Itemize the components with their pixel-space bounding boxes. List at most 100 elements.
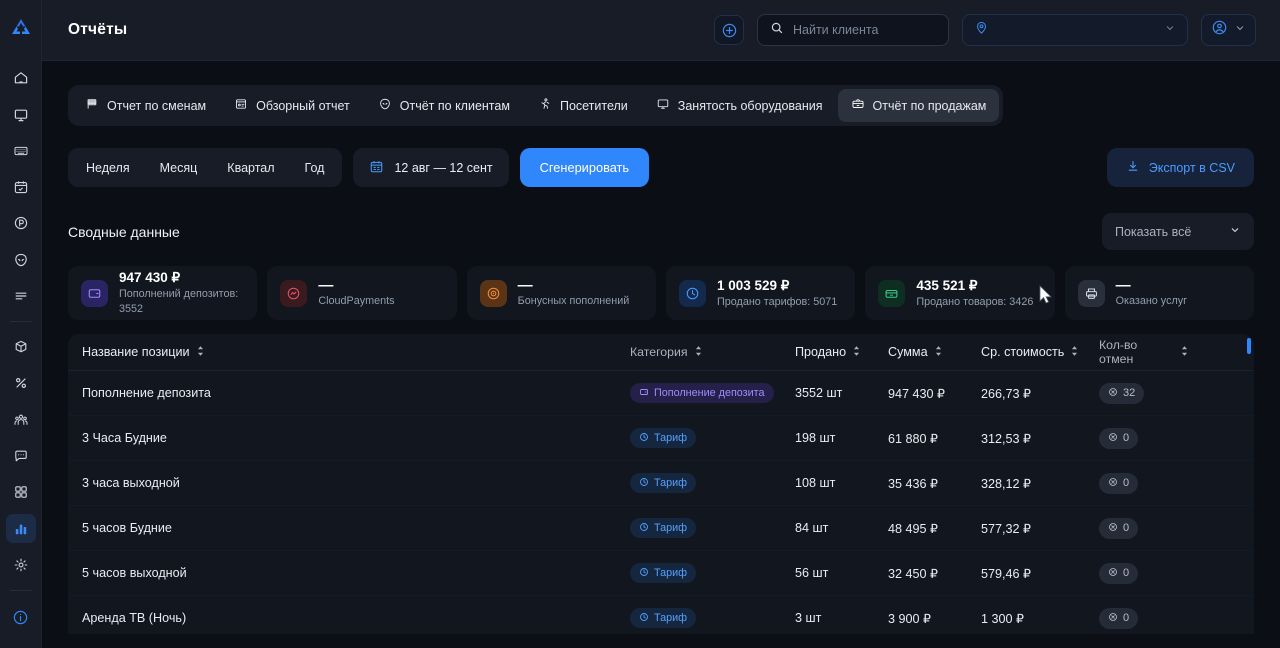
sidebar-item-home[interactable]: [6, 64, 36, 92]
search-input[interactable]: [793, 23, 933, 37]
period-group: Неделя Месяц Квартал Год: [68, 148, 343, 187]
period-month[interactable]: Месяц: [145, 151, 213, 184]
tab-overview-report[interactable]: Обзорный отчет: [221, 89, 363, 122]
cell-name: 5 часов Будние: [82, 521, 172, 535]
period-year[interactable]: Год: [290, 151, 340, 184]
cell-category: Пополнение депозита: [630, 383, 795, 403]
download-icon: [1126, 159, 1140, 176]
summary-card-goods[interactable]: 435 521 ₽ Продано товаров: 3426: [865, 266, 1055, 320]
report-tabs: Отчет по сменам Обзорный отчет Отчёт по …: [68, 85, 1004, 126]
table-header-row: Название позиции Категория Продано Сумма…: [68, 334, 1254, 371]
cancel-icon: [1108, 477, 1118, 490]
summary-card-tariffs[interactable]: 1 003 529 ₽ Продано тарифов: 5071: [665, 266, 856, 320]
sidebar-item-settings[interactable]: [6, 551, 36, 579]
tab-visitors[interactable]: Посетители: [525, 89, 641, 122]
table-row[interactable]: 5 часов Будние Тариф 84 шт 48 495 ₽ 577,…: [68, 506, 1254, 551]
show-all-select[interactable]: Показать всё: [1102, 213, 1254, 250]
sidebar-item-discounts[interactable]: [6, 369, 36, 397]
sidebar-item-staff[interactable]: [6, 406, 36, 434]
filter-bar: Неделя Месяц Квартал Год 12 авг — 12 сен…: [68, 148, 1254, 187]
sidebar-item-monitor[interactable]: [6, 101, 36, 129]
sidebar-bottom: [6, 583, 36, 636]
tab-sales-report[interactable]: Отчёт по продажам: [837, 89, 1000, 122]
summary-card-services[interactable]: — Оказано услуг: [1064, 266, 1254, 320]
bonus-target-icon: [479, 279, 507, 307]
cell-sum: 35 436 ₽: [888, 476, 939, 491]
column-header-sum[interactable]: Сумма: [888, 345, 981, 360]
topbar: Отчёты: [42, 0, 1280, 61]
category-badge: Тариф: [630, 518, 697, 538]
period-quarter[interactable]: Квартал: [212, 151, 289, 184]
tab-label: Занятость оборудования: [677, 98, 823, 113]
app-logo[interactable]: [6, 14, 36, 42]
cancel-badge: 0: [1099, 472, 1139, 494]
sidebar-item-alien[interactable]: [6, 246, 36, 274]
column-header-avg-price[interactable]: Ср. стоимость: [981, 345, 1099, 360]
summary-card-deposits[interactable]: 947 430 ₽ Пополнений депозитов: 3552: [68, 266, 258, 320]
generate-button[interactable]: Сгенерировать: [519, 148, 650, 187]
date-range-label: 12 авг — 12 сент: [394, 160, 493, 175]
column-header-name[interactable]: Название позиции: [82, 345, 630, 360]
shop-icon: [878, 279, 906, 307]
cell-sold: 84 шт: [795, 521, 829, 535]
main-area: Отчёты Найти клиента Отчет по сменам Обз…: [42, 0, 1280, 648]
location-select[interactable]: [962, 14, 1188, 46]
summary-card-bonus[interactable]: — Бонусных пополнений: [466, 266, 656, 320]
card-value: —: [517, 276, 533, 294]
tab-equipment-usage[interactable]: Занятость оборудования: [643, 89, 836, 122]
wallet-icon: [639, 387, 649, 400]
table-row[interactable]: Аренда ТВ (Ночь) Тариф 3 шт 3 900 ₽ 1 30…: [68, 596, 1254, 634]
card-value: —: [1115, 276, 1131, 294]
cell-category: Тариф: [630, 518, 795, 538]
sidebar-item-list[interactable]: [6, 282, 36, 310]
table-row[interactable]: 5 часов выходной Тариф 56 шт 32 450 ₽ 57…: [68, 551, 1254, 596]
period-week[interactable]: Неделя: [71, 151, 145, 184]
report-card-icon: [234, 97, 248, 114]
sidebar-item-chat[interactable]: [6, 442, 36, 470]
column-header-category[interactable]: Категория: [630, 345, 795, 360]
cell-cancels: 32: [1099, 382, 1189, 404]
column-header-cancels[interactable]: Кол-во отмен: [1099, 338, 1189, 366]
date-range-picker[interactable]: 12 авг — 12 сент: [353, 148, 509, 187]
flag-icon: [85, 97, 99, 114]
sort-icon: [1180, 345, 1189, 360]
cell-sold: 3 шт: [795, 611, 822, 625]
category-label: Пополнение депозита: [654, 387, 765, 399]
card-value: 1 003 529 ₽: [716, 277, 790, 293]
card-subtitle: Пополнений депозитов: 3552: [119, 288, 239, 315]
tab-label: Отчёт по клиентам: [399, 98, 510, 113]
sidebar-item-info[interactable]: [6, 602, 36, 632]
tab-label: Посетители: [559, 98, 628, 113]
column-header-sold[interactable]: Продано: [795, 345, 888, 360]
cell-cancels: 0: [1099, 562, 1189, 584]
category-badge: Тариф: [630, 608, 697, 628]
sidebar-item-keyboard[interactable]: [6, 137, 36, 165]
table-scrollbar[interactable]: [1247, 338, 1251, 354]
summary-card-cloudpayments[interactable]: — CloudPayments: [267, 266, 457, 320]
search-box[interactable]: [757, 14, 949, 46]
table-row[interactable]: 3 Часа Будние Тариф 198 шт 61 880 ₽ 312,…: [68, 416, 1254, 461]
sidebar-item-apps[interactable]: [6, 478, 36, 506]
add-button[interactable]: [714, 15, 744, 45]
cancel-icon: [1108, 522, 1118, 535]
tab-label: Отчёт по продажам: [872, 98, 987, 113]
cancel-icon: [1108, 612, 1118, 625]
summary-title: Сводные данные: [68, 223, 180, 240]
user-circle-icon: [1211, 19, 1228, 41]
summary-section-header: Сводные данные Показать всё: [68, 213, 1254, 250]
user-menu[interactable]: [1201, 14, 1256, 46]
tab-shift-report[interactable]: Отчет по сменам: [72, 89, 219, 122]
sidebar-item-calendar[interactable]: [6, 173, 36, 201]
category-label: Тариф: [654, 567, 688, 579]
table-row[interactable]: Пополнение депозита Пополнение депозита …: [68, 371, 1254, 416]
cell-name: 5 часов выходной: [82, 566, 187, 580]
tab-client-report[interactable]: Отчёт по клиентам: [365, 89, 523, 122]
sidebar-item-inventory[interactable]: [6, 333, 36, 361]
sales-table: Название позиции Категория Продано Сумма…: [68, 334, 1254, 634]
export-csv-button[interactable]: Экспорт в CSV: [1106, 148, 1254, 187]
table-row[interactable]: 3 часа выходной Тариф 108 шт 35 436 ₽ 32…: [68, 461, 1254, 506]
alien-icon: [378, 97, 392, 114]
sidebar-item-parking[interactable]: [6, 209, 36, 237]
sidebar-item-reports[interactable]: [5, 514, 36, 543]
cancel-badge: 32: [1099, 382, 1145, 404]
